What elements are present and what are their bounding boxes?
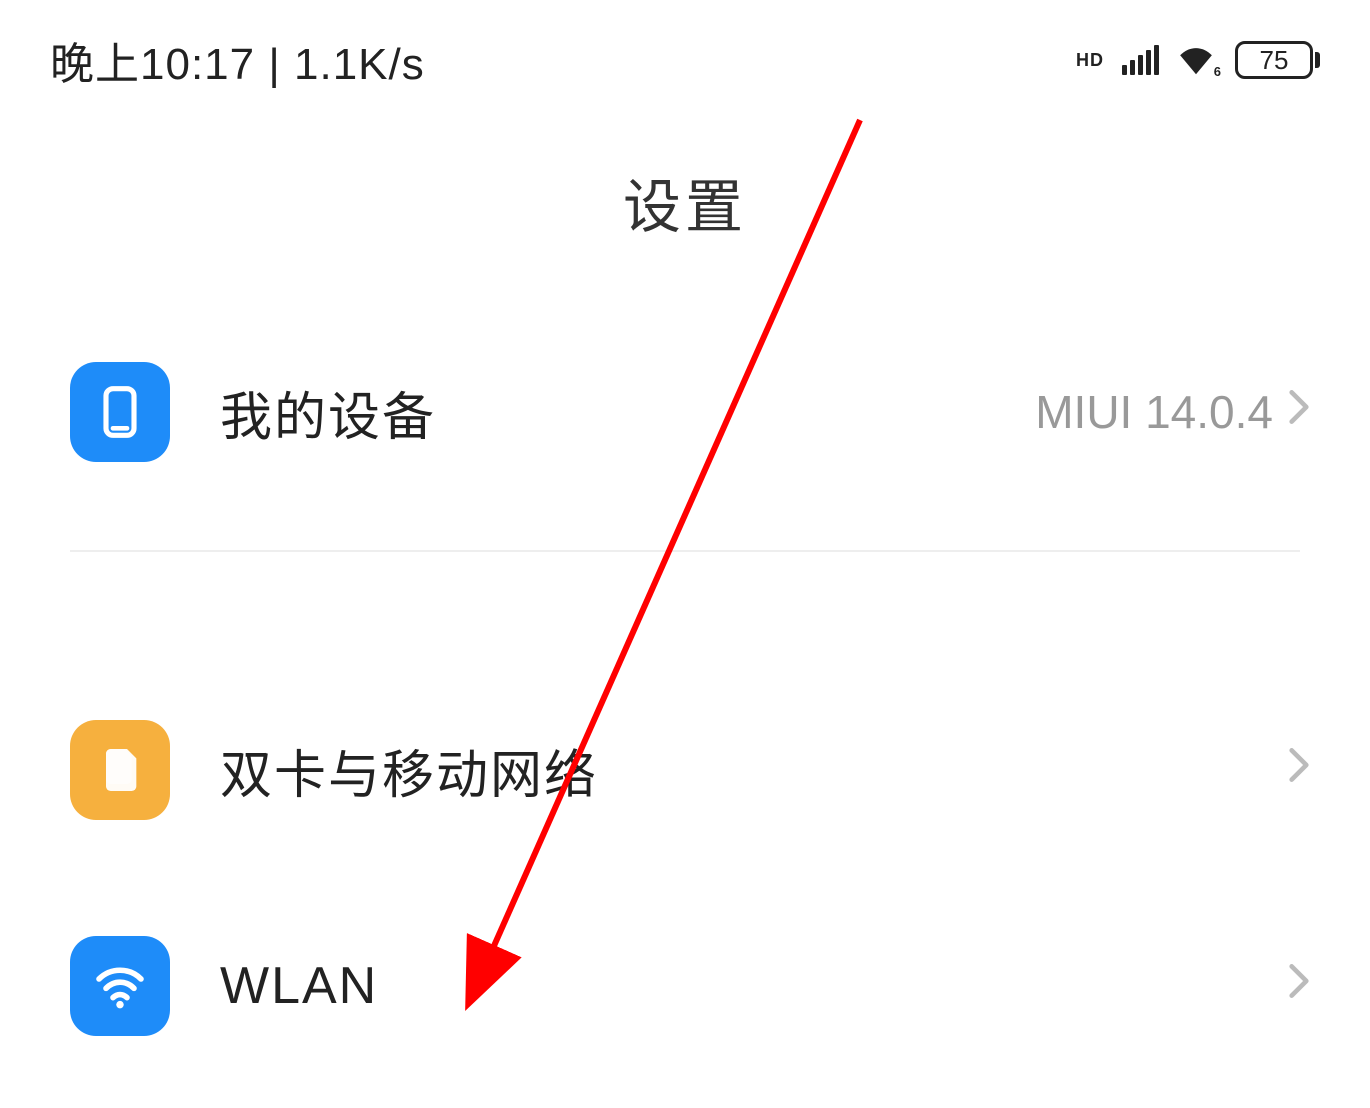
page-title: 设置 [0,160,1370,244]
item-label: 我的设备 [220,375,1035,450]
status-left: 晚上10:17 | 1.1K/s [50,28,425,92]
time-label: 晚上10:17 [50,40,255,89]
status-right: HD 6 75 [1076,41,1320,79]
wifi-icon [70,936,170,1036]
settings-item-sim-network[interactable]: 双卡与移动网络 [0,692,1370,848]
device-icon [70,362,170,462]
battery-level: 75 [1260,45,1289,76]
chevron-right-icon [1288,746,1310,794]
wifi-status-icon: 6 [1177,45,1217,75]
chevron-right-icon [1288,962,1310,1010]
signal-bars-icon [1122,45,1159,75]
battery-icon: 75 [1235,41,1320,79]
settings-item-wlan[interactable]: WLAN [0,908,1370,1064]
status-bar: 晚上10:17 | 1.1K/s HD 6 75 [0,0,1370,90]
item-value: MIUI 14.0.4 [1035,385,1273,439]
item-label: 双卡与移动网络 [220,733,1273,808]
hd-label: HD [1076,50,1104,71]
settings-item-my-device[interactable]: 我的设备 MIUI 14.0.4 [0,334,1370,490]
divider [70,550,1300,552]
item-label: WLAN [220,956,1273,1016]
chevron-right-icon [1288,388,1310,436]
network-speed-label: 1.1K/s [294,40,425,89]
wifi-version-label: 6 [1214,64,1221,79]
sim-icon [70,720,170,820]
settings-list: 我的设备 MIUI 14.0.4 双卡与移动网络 [0,334,1370,1064]
